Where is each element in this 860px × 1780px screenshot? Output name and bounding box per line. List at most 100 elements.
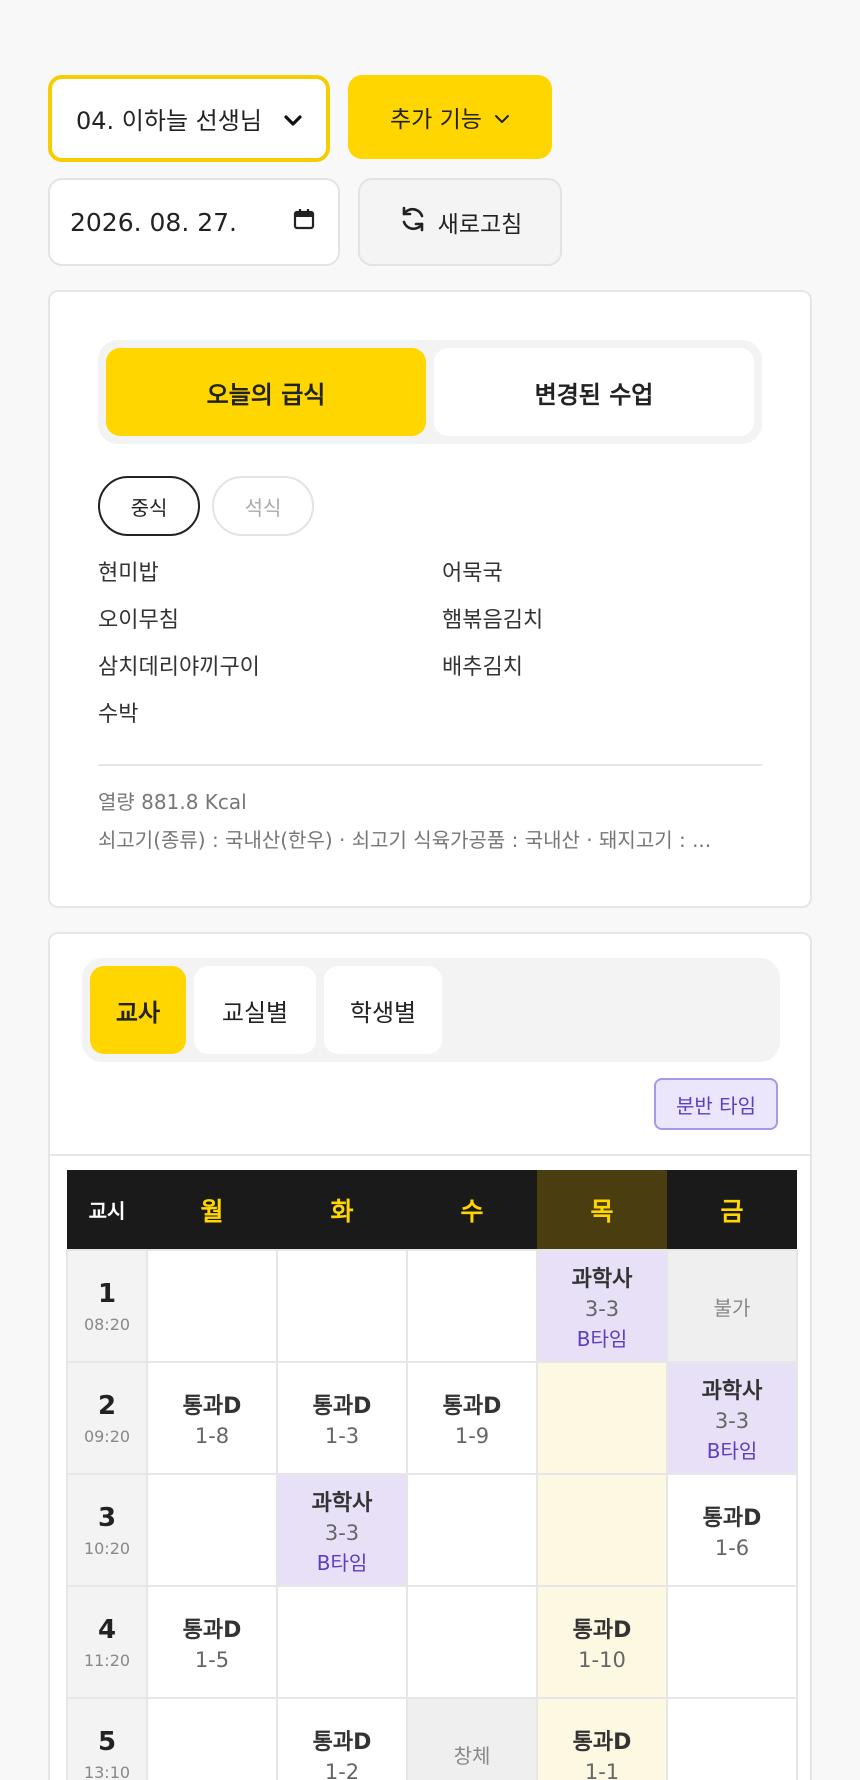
- extra-features-label: 추가 기능: [390, 107, 482, 133]
- class-cell[interactable]: 통과D 1-2: [276, 1697, 408, 1780]
- class-room: 1-5: [194, 1648, 230, 1672]
- table-row: 1 08:20 과학사 3-3 B타임 불가: [66, 1249, 798, 1363]
- day-header-wed: 수: [407, 1170, 537, 1250]
- tab-student[interactable]: 학생별: [324, 966, 442, 1054]
- meal-divider: [98, 764, 762, 766]
- refresh-icon: [398, 204, 428, 240]
- class-cell[interactable]: 통과D 1-3: [276, 1361, 408, 1475]
- class-cell-empty[interactable]: [406, 1473, 538, 1587]
- subject-name: 통과D: [182, 1618, 242, 1643]
- period-cell: 2 09:20: [66, 1361, 148, 1475]
- meal-tabs: 오늘의 급식 변경된 수업: [98, 340, 762, 444]
- extra-features-button[interactable]: 추가 기능: [348, 75, 552, 159]
- period-number: 1: [97, 1278, 117, 1309]
- class-cell-empty[interactable]: [146, 1473, 278, 1587]
- class-room: 3-3: [714, 1408, 750, 1433]
- class-room: 1-8: [194, 1424, 230, 1448]
- class-cell-empty[interactable]: [666, 1697, 798, 1780]
- class-room: 1-1: [584, 1760, 620, 1780]
- subject-name: 과학사: [571, 1266, 633, 1292]
- menu-item: 햄볶음김치: [442, 608, 544, 633]
- class-cell-unavailable[interactable]: 불가: [666, 1249, 798, 1363]
- period-time: 09:20: [83, 1426, 131, 1446]
- chevron-down-icon: [284, 105, 302, 133]
- date-input[interactable]: 2026. 08. 27.: [48, 178, 340, 266]
- split-type: B타임: [316, 1550, 368, 1575]
- class-cell-empty[interactable]: [146, 1697, 278, 1780]
- period-header: 교시: [67, 1170, 147, 1250]
- period-number: 5: [97, 1726, 117, 1757]
- subject-name: 통과D: [182, 1394, 242, 1419]
- class-cell[interactable]: 통과D 1-8: [146, 1361, 278, 1475]
- teacher-select[interactable]: 04. 이하늘 선생님: [48, 75, 330, 162]
- table-row: 4 11:20 통과D 1-5 통과D 1-10: [66, 1585, 798, 1699]
- timetable: 교시 월 화 수 목 금 1 08:20 과학사 3-3 B타임 불가 2 09…: [66, 1170, 798, 1780]
- period-cell: 5 13:10: [66, 1697, 148, 1780]
- class-room: 1-9: [454, 1424, 490, 1448]
- class-cell-empty[interactable]: [276, 1249, 408, 1363]
- teacher-select-value: 04. 이하늘 선생님: [76, 107, 262, 135]
- chip-lunch[interactable]: 중식: [98, 476, 200, 536]
- subject-name: 통과D: [572, 1730, 632, 1755]
- meal-card: 오늘의 급식 변경된 수업 중식 석식 현미밥 어묵국 오이무침 햄볶음김치 삼…: [48, 290, 812, 908]
- class-cell[interactable]: 통과D 1-6: [666, 1473, 798, 1587]
- subject-name: 과학사: [311, 1490, 373, 1516]
- date-controls: 2026. 08. 27. 새로고침: [48, 178, 562, 266]
- timetable-tabs: 교사 교실별 학생별: [82, 958, 780, 1062]
- subject-name: 통과D: [572, 1618, 632, 1643]
- class-cell-empty[interactable]: [666, 1585, 798, 1699]
- class-cell[interactable]: 통과D 1-5: [146, 1585, 278, 1699]
- period-cell: 4 11:20: [66, 1585, 148, 1699]
- table-row: 3 10:20 과학사 3-3 B타임 통과D 1-6: [66, 1473, 798, 1587]
- tab-teacher[interactable]: 교사: [90, 966, 186, 1054]
- period-cell: 3 10:20: [66, 1473, 148, 1587]
- class-room: 3-3: [584, 1296, 620, 1321]
- menu-item: 어묵국: [442, 561, 503, 586]
- timetable-card: 교사 교실별 학생별 분반 타임 교시 월 화 수 목 금 1 08:20 과학…: [48, 932, 812, 1780]
- chevron-down-icon: [494, 104, 510, 130]
- class-cell-empty[interactable]: [406, 1585, 538, 1699]
- subject-name: 통과D: [702, 1506, 762, 1531]
- period-cell: 1 08:20: [66, 1249, 148, 1363]
- class-cell-empty[interactable]: [536, 1361, 668, 1475]
- menu-item: 오이무침: [98, 608, 179, 633]
- class-cell[interactable]: 통과D 1-1: [536, 1697, 668, 1780]
- class-cell[interactable]: 과학사 3-3 B타임: [536, 1249, 668, 1363]
- class-cell-empty[interactable]: [146, 1249, 278, 1363]
- period-time: 13:10: [83, 1762, 131, 1780]
- date-value: 2026. 08. 27.: [70, 207, 237, 237]
- period-time: 11:20: [83, 1650, 131, 1670]
- split-type: B타임: [576, 1326, 628, 1351]
- split-time-badge[interactable]: 분반 타임: [654, 1078, 778, 1130]
- class-cell-empty[interactable]: [406, 1249, 538, 1363]
- menu-item: 수박: [98, 702, 139, 727]
- tab-todays-meal[interactable]: 오늘의 급식: [106, 348, 426, 436]
- class-cell-activity[interactable]: 창체: [406, 1697, 538, 1780]
- table-row: 2 09:20 통과D 1-8 통과D 1-3 통과D 1-9 과학사 3-3 …: [66, 1361, 798, 1475]
- menu-item: 배추김치: [442, 655, 523, 680]
- refresh-label: 새로고침: [437, 212, 523, 238]
- origin-info: 쇠고기(종류) : 국내산(한우) · 쇠고기 식육가공품 : 국내산 · 돼지…: [98, 828, 712, 852]
- subject-name: 과학사: [701, 1378, 763, 1404]
- menu-list: 현미밥 어묵국 오이무침 햄볶음김치 삼치데리야끼구이 배추김치 수박: [98, 560, 762, 729]
- class-room: 3-3: [324, 1520, 360, 1545]
- class-cell[interactable]: 통과D 1-9: [406, 1361, 538, 1475]
- table-row: 5 13:10 통과D 1-2 창체 통과D 1-1: [66, 1697, 798, 1780]
- calendar-icon[interactable]: [292, 207, 316, 237]
- period-number: 2: [97, 1390, 117, 1421]
- menu-item: 현미밥: [98, 561, 159, 586]
- class-cell[interactable]: 과학사 3-3 B타임: [276, 1473, 408, 1587]
- cell-note: 불가: [713, 1295, 751, 1320]
- class-cell[interactable]: 통과D 1-10: [536, 1585, 668, 1699]
- refresh-button[interactable]: 새로고침: [358, 178, 562, 266]
- day-header-thu-today: 목: [537, 1170, 667, 1250]
- class-room: 1-2: [324, 1760, 360, 1780]
- cell-note: 창체: [453, 1743, 491, 1768]
- class-cell-empty[interactable]: [276, 1585, 408, 1699]
- tab-changed-classes[interactable]: 변경된 수업: [434, 348, 754, 436]
- chip-dinner[interactable]: 석식: [212, 476, 314, 536]
- tab-classroom[interactable]: 교실별: [194, 966, 316, 1054]
- period-number: 3: [97, 1502, 117, 1533]
- class-cell[interactable]: 과학사 3-3 B타임: [666, 1361, 798, 1475]
- class-cell-empty[interactable]: [536, 1473, 668, 1587]
